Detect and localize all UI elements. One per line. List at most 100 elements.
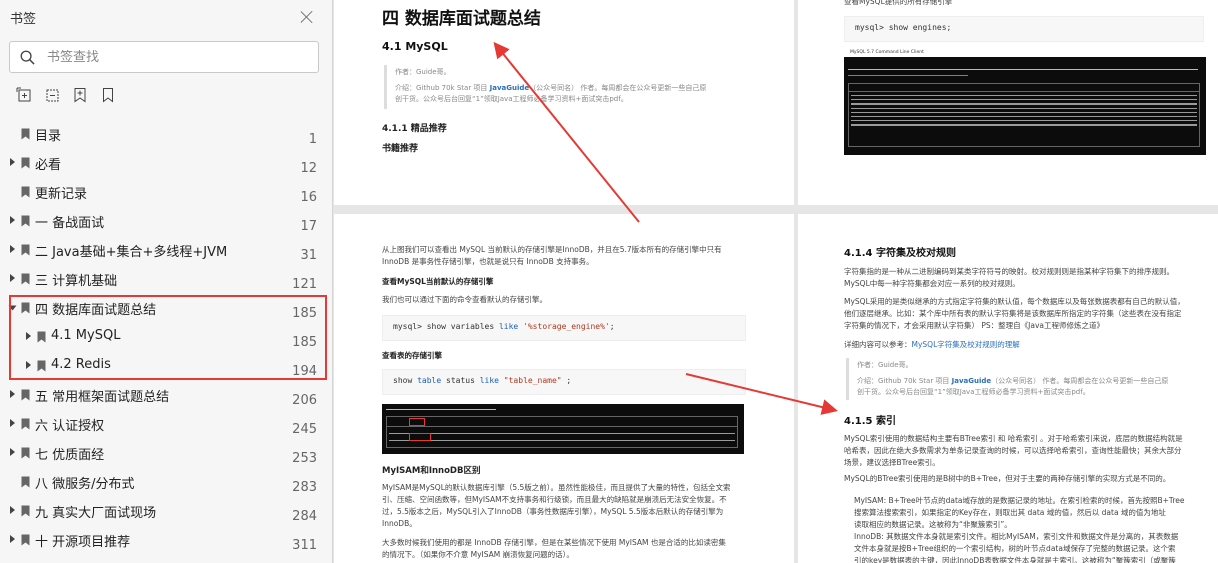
bookmark-page-number: 245 xyxy=(292,422,317,437)
quote-text: （公众号同名） 作者。每周都会在公众号更新一些自己原 xyxy=(991,377,1169,385)
code-keyword: table xyxy=(417,376,442,385)
bookmark-page-number: 31 xyxy=(300,248,317,263)
quote-line: 创干货。公众号后台回复“1”领取Java工程师必备学习资料+面试突击pdf。 xyxy=(395,95,628,103)
subheading: 查看表的存储引擎 xyxy=(382,351,442,360)
bookmark-item[interactable]: 九 真实大厂面试现场 284 xyxy=(0,497,333,526)
subsection-heading: 书籍推荐 xyxy=(382,144,419,154)
bookmark-toolbar xyxy=(15,86,117,104)
javaguide-link[interactable]: JavaGuide xyxy=(952,377,992,385)
expand-all-icon[interactable] xyxy=(15,86,33,104)
bookmark-page-number: 1 xyxy=(308,132,317,147)
collapse-all-icon[interactable] xyxy=(43,86,61,104)
paragraph-line: MySQL索引使用的数据结构主要有BTree索引 和 哈希索引 。对于哈希索引来… xyxy=(844,434,1183,443)
terminal-table xyxy=(386,416,738,448)
bookmark-page-number: 121 xyxy=(292,277,317,292)
quote-author: 作者：Guide哥。 xyxy=(857,361,913,369)
expand-arrow-icon[interactable] xyxy=(10,216,15,224)
terminal-line xyxy=(848,75,968,76)
bookmark-label: 目录 xyxy=(35,129,62,144)
section-heading: 4.1.5 索引 xyxy=(844,416,896,427)
code-keyword: like xyxy=(479,376,499,385)
bookmark-page-number: 311 xyxy=(292,538,317,553)
paragraph-line: 大多数时候我们使用的都是 InnoDB 存储引擎，但是在某些情况下使用 MyIS… xyxy=(382,538,726,547)
bookmark-panel: 书签 目录1必看12更新记录16一 备战面试17二 Java基础 xyxy=(0,0,333,563)
document-viewer[interactable]: 四 数据库面试题总结 4.1 MySQL 作者：Guide哥。 介绍：Githu… xyxy=(334,0,1218,563)
terminal-screenshot xyxy=(382,404,744,454)
bookmark-page-number: 284 xyxy=(292,509,317,524)
bookmark-item[interactable]: 更新记录 16 xyxy=(0,178,333,207)
bookmark-item[interactable]: 二 Java基础+集合+多线程+JVM 31 xyxy=(0,236,333,265)
reference-text: 详细内容可以参考： xyxy=(844,340,912,349)
bookmark-item[interactable]: 三 计算机基础 121 xyxy=(0,265,333,294)
code-text: mysql> show variables xyxy=(393,322,499,331)
bookmark-item[interactable]: 八 微服务/分布式 283 xyxy=(0,468,333,497)
code-text: ; xyxy=(561,376,572,385)
expand-arrow-icon[interactable] xyxy=(10,535,15,543)
code-text: ; xyxy=(609,322,615,331)
expand-arrow-icon[interactable] xyxy=(10,419,15,427)
close-icon[interactable] xyxy=(300,10,314,24)
author-quote: 作者：Guide哥。 介绍：Github 70k Star 项目 JavaGui… xyxy=(846,358,1206,400)
paragraph-line: MyISAM是MySQL的默认数据库引擎（5.5版之前）。虽然性能极佳，而且提供… xyxy=(382,483,731,492)
bullet-line: 引的key是数据表的主键，因此InnoDB表数据文件本身就是主索引。这被称为“聚… xyxy=(854,556,1176,563)
expand-arrow-icon[interactable] xyxy=(10,506,15,514)
highlight-mark xyxy=(409,418,425,426)
bookmark-label: 十 开源项目推荐 xyxy=(35,535,131,550)
subheading: 查看MySQL当前默认的存储引擎 xyxy=(382,277,494,286)
bookmark-label: 六 认证授权 xyxy=(35,419,105,434)
bookmark-item[interactable]: 一 备战面试 17 xyxy=(0,207,333,236)
reference-line: 详细内容可以参考：MySQL字符集及校对规则的理解 xyxy=(844,339,1020,351)
bookmark-icon xyxy=(21,157,30,169)
bookmark-page-number: 16 xyxy=(300,190,317,205)
paragraph-line: MySQL中每一种字符集都会对应一系列的校对规则。 xyxy=(844,279,1020,288)
bookmark-item[interactable]: 十 开源项目推荐 311 xyxy=(0,526,333,555)
expand-arrow-icon[interactable] xyxy=(10,274,15,282)
bookmark-label: 三 计算机基础 xyxy=(35,274,118,289)
bookmark-icon[interactable] xyxy=(99,86,117,104)
page-185: 四 数据库面试题总结 4.1 MySQL 作者：Guide哥。 介绍：Githu… xyxy=(334,0,794,205)
bookmark-icon xyxy=(21,215,30,227)
quote-text: 介绍：Github 70k Star 项目 xyxy=(395,84,490,92)
page-186: 查看MySQL提供的所有存储引擎 mysql> show engines; My… xyxy=(798,0,1218,205)
bookmark-label: 必看 xyxy=(35,158,62,173)
bookmark-icon xyxy=(21,476,30,488)
paragraph: MySQL索引使用的数据结构主要有BTree索引 和 哈希索引 。对于哈希索引来… xyxy=(844,433,1214,469)
bookmark-icon xyxy=(21,534,30,546)
bookmark-item[interactable]: 目录 1 xyxy=(0,120,333,149)
bookmark-label: 七 优质面经 xyxy=(35,448,105,463)
page-text: 查看MySQL提供的所有存储引擎 xyxy=(844,0,953,6)
code-block: show table status like "table_name" ; xyxy=(382,369,746,395)
bookmark-search-input[interactable] xyxy=(47,49,297,65)
bookmark-item[interactable]: 六 认证授权 245 xyxy=(0,410,333,439)
bookmark-search-box[interactable] xyxy=(9,41,319,73)
bookmark-item[interactable]: 五 常用框架面试题总结 206 xyxy=(0,381,333,410)
bullet-item: InnoDB: 其数据文件本身就是索引文件。相比MyISAM，索引文件和数据文件… xyxy=(854,531,1214,563)
paragraph-line: InnoDB。 xyxy=(382,519,417,528)
bookmark-icon xyxy=(21,505,30,517)
bookmark-icon xyxy=(21,128,30,140)
code-text: show xyxy=(393,376,418,385)
section-heading: 4.1.4 字符集及校对规则 xyxy=(844,248,956,259)
terminal-table xyxy=(848,83,1200,147)
expand-arrow-icon[interactable] xyxy=(10,158,15,166)
expand-arrow-icon[interactable] xyxy=(10,448,15,456)
code-block: mysql> show engines; xyxy=(844,16,1204,42)
paragraph-line: 的情况下。（如果你不介意 MyISAM 崩溃恢复问题的话）。 xyxy=(382,550,574,559)
expand-arrow-icon[interactable] xyxy=(10,245,15,253)
bookmark-item[interactable]: 必看 12 xyxy=(0,149,333,178)
paragraph-line: InnoDB 是事务性存储引擎，也就是说只有 InnoDB 支持事务。 xyxy=(382,257,594,266)
bookmark-page-number: 12 xyxy=(300,161,317,176)
expand-arrow-icon[interactable] xyxy=(10,390,15,398)
paragraph: 字符集指的是一种从二进制编码到某类字符符号的映射。校对规则则是指某种字符集下的排… xyxy=(844,266,1214,290)
javaguide-link[interactable]: JavaGuide xyxy=(490,84,530,92)
bookmark-label: 九 真实大厂面试现场 xyxy=(35,506,157,521)
bookmark-page-number: 206 xyxy=(292,393,317,408)
bookmark-item[interactable]: 七 优质面经 253 xyxy=(0,439,333,468)
quote-text: （公众号同名） 作者。每周都会在公众号更新一些自己原 xyxy=(529,84,707,92)
charset-reference-link[interactable]: MySQL字符集及校对规则的理解 xyxy=(912,340,1020,349)
bookmark-label: 八 微服务/分布式 xyxy=(35,477,135,492)
bullet-line: MyISAM: B+Tree叶节点的data域存放的是数据记录的地址。在索引检索… xyxy=(854,496,1185,505)
paragraph-line: 字符集指的是一种从二进制编码到某类字符符号的映射。校对规则则是指某种字符集下的排… xyxy=(844,267,1174,276)
quote-author: 作者：Guide哥。 xyxy=(395,68,451,76)
add-bookmark-icon[interactable] xyxy=(71,86,89,104)
